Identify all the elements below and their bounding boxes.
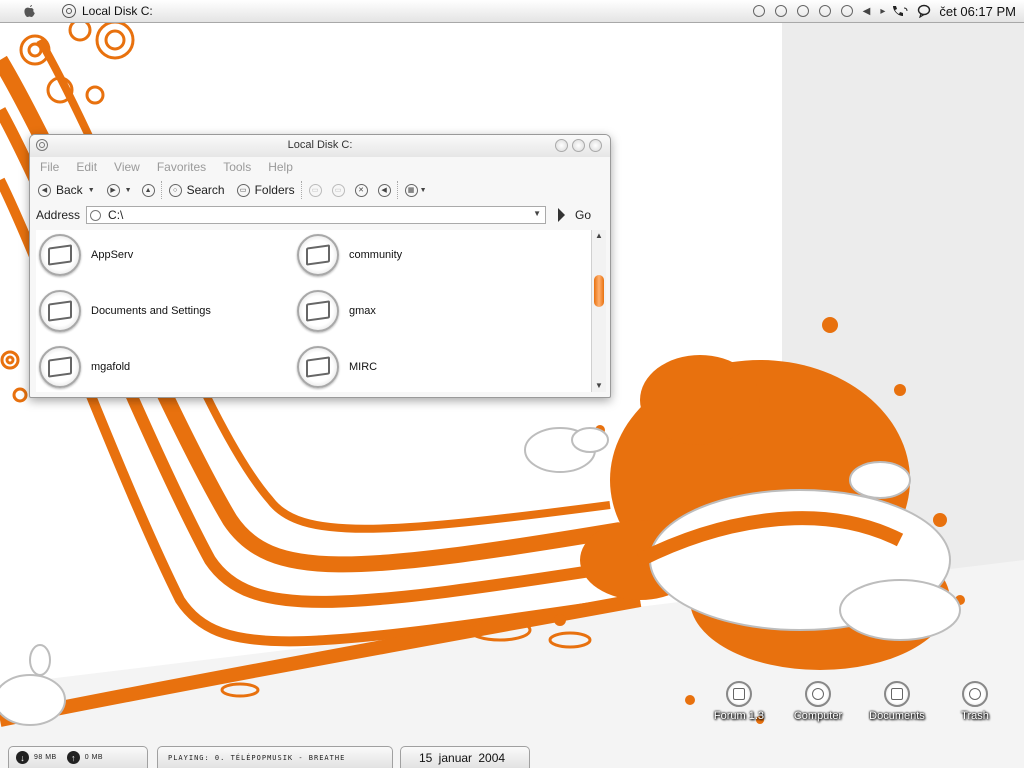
address-value[interactable]: C:\ <box>108 208 123 222</box>
search-icon[interactable]: ○ <box>168 183 182 197</box>
desktop-icon-computer[interactable]: Computer <box>783 681 853 722</box>
folder-icon <box>297 234 339 276</box>
folder-name: community <box>349 249 403 261</box>
chat-icon[interactable] <box>917 4 931 18</box>
folders-icon[interactable]: ▭ <box>236 183 250 197</box>
toolbar-separator <box>160 181 163 199</box>
address-label: Address <box>36 208 81 222</box>
folder-icon <box>297 346 339 388</box>
tray-back-icon[interactable]: ◀ <box>863 6 871 17</box>
shield-icon[interactable] <box>840 5 853 17</box>
go-button[interactable]: Go <box>575 208 591 222</box>
folder-item[interactable]: AppServ <box>39 234 133 276</box>
up-folder-icon[interactable]: ▲ <box>141 183 155 197</box>
folder-item[interactable]: Documents and Settings <box>39 290 211 332</box>
sound-icon[interactable] <box>818 5 831 17</box>
menubar: Local Disk C: ◀ ▸ čet 06:17 PM <box>0 0 1024 23</box>
scroll-down-icon[interactable]: ▼ <box>592 380 606 392</box>
trash-icon <box>962 681 988 707</box>
desktop-icon-label: Computer <box>793 710 843 722</box>
menu-favorites[interactable]: Favorites <box>157 160 206 174</box>
folder-name: gmax <box>349 305 376 317</box>
views-dropdown-icon[interactable]: ▼ <box>420 187 427 194</box>
menu-file[interactable]: File <box>40 160 59 174</box>
menu-tools[interactable]: Tools <box>223 160 251 174</box>
delete-icon[interactable]: ✕ <box>354 183 368 197</box>
desktop-icon-forum[interactable]: Forum 1.3 <box>704 681 774 722</box>
now-playing-text: PLAYING: 0. TÉLÉPOPMUSIK - BREATHE <box>168 753 346 762</box>
address-drive-icon <box>90 209 102 221</box>
scroll-thumb[interactable] <box>594 275 604 307</box>
desktop-icon-label: Documents <box>869 710 925 722</box>
folder-icon <box>39 290 81 332</box>
forward-dropdown-icon[interactable]: ▼ <box>125 187 132 194</box>
folder-view: AppServ community Documents and Settings… <box>36 230 598 392</box>
clock[interactable]: čet 06:17 PM <box>939 4 1016 19</box>
media-player-widget[interactable]: PLAYING: 0. TÉLÉPOPMUSIK - BREATHE <box>157 746 393 768</box>
views-icon[interactable]: ▦ <box>404 183 418 197</box>
desktop-icon-documents[interactable]: Documents <box>862 681 932 722</box>
download-arrow-icon: ↓ <box>16 751 29 764</box>
network-monitor: ↓ 98 MB ↑ 0 MB <box>8 746 148 768</box>
minimize-button[interactable] <box>555 139 568 152</box>
vertical-scrollbar[interactable]: ▲ ▼ <box>591 230 606 392</box>
apple-menu-icon[interactable] <box>22 4 36 18</box>
window-menubar: File Edit View Favorites Tools Help <box>30 157 610 177</box>
forum-folder-icon <box>726 681 752 707</box>
window-titlebar[interactable]: Local Disk C: <box>30 135 610 157</box>
active-app-title: Local Disk C: <box>82 4 153 18</box>
address-dropdown-icon[interactable]: ▼ <box>533 209 541 218</box>
back-dropdown-icon[interactable]: ▼ <box>88 187 95 194</box>
undo-icon[interactable]: ◀ <box>377 183 391 197</box>
close-button[interactable] <box>589 139 602 152</box>
folder-name: MIRC <box>349 361 378 373</box>
network-icon[interactable] <box>774 5 787 17</box>
folder-name: mgafold <box>91 361 131 373</box>
folder-name: Documents and Settings <box>91 305 211 317</box>
documents-icon <box>884 681 910 707</box>
copy-to-icon[interactable]: ▭ <box>331 183 345 197</box>
toolbar-separator <box>396 181 399 199</box>
menu-help[interactable]: Help <box>268 160 293 174</box>
desktop-icon-label: Trash <box>961 710 989 722</box>
address-bar: Address C:\ ▼ Go <box>30 203 610 227</box>
explorer-window: Local Disk C: File Edit View Favorites T… <box>29 134 611 398</box>
go-arrow-icon[interactable] <box>558 208 566 222</box>
menu-edit[interactable]: Edit <box>76 160 97 174</box>
folder-name: AppServ <box>91 249 134 261</box>
tray-forward-icon[interactable]: ▸ <box>880 6 885 17</box>
address-input[interactable]: C:\ ▼ <box>86 206 547 224</box>
upload-amount: 0 MB <box>84 754 104 761</box>
folder-item[interactable]: mgafold <box>39 346 130 388</box>
move-to-icon[interactable]: ▭ <box>308 183 322 197</box>
folder-item[interactable]: gmax <box>297 290 376 332</box>
menu-view[interactable]: View <box>114 160 140 174</box>
back-button[interactable]: Back <box>56 183 83 197</box>
folders-button[interactable]: Folders <box>255 183 295 197</box>
phone-icon[interactable] <box>891 4 913 18</box>
search-button[interactable]: Search <box>187 183 225 197</box>
scroll-up-icon[interactable]: ▲ <box>592 230 606 242</box>
toolbar-separator <box>300 181 303 199</box>
date-display: 15 januar 2004 <box>419 750 506 765</box>
back-arrow-icon[interactable]: ◀ <box>38 183 51 197</box>
drive-icon <box>62 4 76 18</box>
computer-gear-icon <box>805 681 831 707</box>
folder-item[interactable]: MIRC <box>297 346 377 388</box>
date-widget: 15 januar 2004 <box>400 746 530 768</box>
maximize-button[interactable] <box>572 139 585 152</box>
folder-icon <box>39 346 81 388</box>
folder-item[interactable]: community <box>297 234 402 276</box>
upload-arrow-icon: ↑ <box>66 751 80 764</box>
download-amount: 98 MB <box>34 754 57 761</box>
folder-icon <box>39 234 81 276</box>
forward-arrow-icon[interactable]: ▶ <box>106 183 120 197</box>
security-icon[interactable] <box>796 5 809 17</box>
window-toolbar: ◀ Back ▼ ▶ ▼ ▲ ○ Search ▭ Folders ▭ ▭ ✕ … <box>30 177 610 203</box>
home-icon[interactable] <box>752 5 765 17</box>
window-title: Local Disk C: <box>287 139 353 151</box>
desktop-icon-label: Forum 1.3 <box>713 710 765 722</box>
folder-icon <box>297 290 339 332</box>
desktop-icon-trash[interactable]: Trash <box>940 681 1010 722</box>
